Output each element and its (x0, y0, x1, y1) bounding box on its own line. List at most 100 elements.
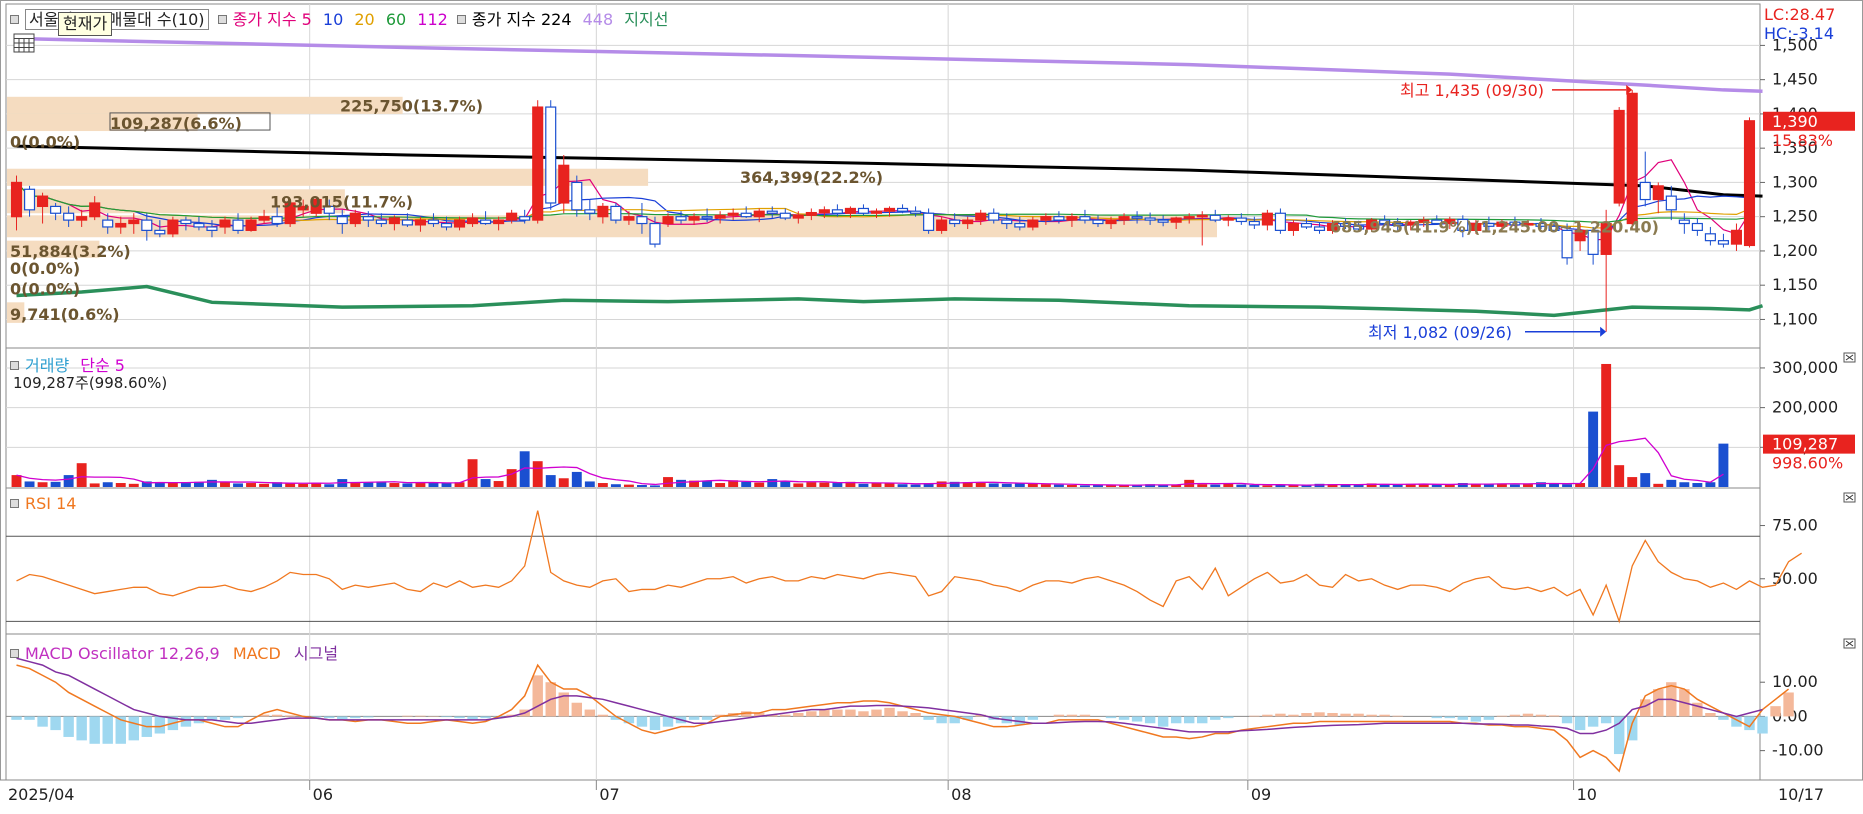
legend-ma10[interactable]: 10 (323, 10, 343, 29)
price-tick-label: 1,200 (1772, 241, 1818, 260)
volume-bar (1197, 484, 1207, 487)
macd-osc-bar (1744, 716, 1754, 730)
volume-bar (806, 482, 816, 487)
stock-chart[interactable]: 2025/04060708091010/171,5001,4501,4001,3… (0, 0, 1863, 810)
candle-body (1119, 217, 1129, 220)
macd-osc-bar (1327, 713, 1337, 716)
volume-bar (1080, 485, 1090, 487)
candle-body (611, 206, 621, 220)
volume-bar (468, 459, 478, 487)
volume-bar (1588, 412, 1598, 487)
candle-body (25, 189, 35, 210)
candle-body (976, 213, 986, 220)
candle-body (806, 213, 816, 216)
legend-toggle-icon[interactable] (10, 649, 19, 658)
legend-toggle-icon[interactable] (10, 15, 19, 24)
candle-body (181, 220, 191, 223)
legend-ma448[interactable]: 448 (583, 10, 614, 29)
candle-body (1184, 217, 1194, 219)
volume-bar (1666, 480, 1676, 487)
volume-badge-label: 109,287 (1772, 435, 1838, 454)
legend-ma60[interactable]: 60 (386, 10, 406, 29)
volume-tick-label: 200,000 (1772, 398, 1838, 417)
x-tick-label: 2025/04 (8, 785, 74, 804)
macd-osc-bar (324, 716, 334, 718)
macd-osc-bar (1523, 714, 1533, 717)
macd-osc-bar (793, 713, 803, 716)
volume-bar (559, 478, 569, 487)
candle-body (754, 211, 764, 216)
volume-bar (741, 482, 751, 487)
volume-profile-label: 364,399(22.2%) (740, 168, 883, 187)
candle-body (51, 206, 61, 213)
legend-ma112[interactable]: 112 (417, 10, 448, 29)
pane-border (6, 348, 1760, 488)
candle-body (1666, 196, 1676, 210)
candle-body (1627, 93, 1637, 223)
legend-toggle-icon[interactable] (457, 15, 466, 24)
candle-body (207, 227, 217, 230)
legend-ma20[interactable]: 20 (354, 10, 374, 29)
macd-osc-bar (220, 716, 230, 719)
legend-toggle-icon[interactable] (10, 499, 19, 508)
volume-bar (1601, 364, 1611, 487)
volume-bar (1705, 482, 1715, 487)
legend-support[interactable]: 지지선 (624, 10, 668, 29)
legend-rsi[interactable]: RSI 14 (25, 494, 76, 513)
macd-osc-bar (936, 716, 946, 723)
macd-osc-bar (637, 716, 647, 726)
candle-body (937, 220, 947, 230)
chart-title[interactable]: 서울식품우 매물대 수(10) (25, 9, 209, 30)
legend-ma5[interactable]: 종가 지수 5 (233, 10, 312, 29)
volume-bar (298, 484, 308, 487)
legend-ma224[interactable]: 종가 지수 224 (472, 10, 572, 29)
legend-toggle-icon[interactable] (218, 15, 227, 24)
macd-osc-bar (480, 716, 490, 718)
macd-osc-bar (585, 710, 595, 717)
candle-body (1288, 224, 1298, 231)
volume-bar (1054, 485, 1064, 487)
macd-osc-bar (1275, 714, 1285, 717)
macd-osc-bar (129, 716, 139, 740)
volume-bar (676, 480, 686, 487)
macd-osc-bar (1158, 716, 1168, 726)
legend-macd[interactable]: MACD (233, 644, 281, 663)
price-tick-label: 1,450 (1772, 70, 1818, 89)
macd-osc-bar (871, 710, 881, 717)
price-pct-label: 15.83% (1772, 131, 1833, 150)
macd-line (17, 665, 1789, 771)
volume-bar (1236, 485, 1246, 487)
macd-osc-bar (1353, 714, 1363, 717)
macd-osc-bar (1705, 713, 1715, 716)
macd-osc-bar (272, 715, 282, 717)
macd-osc-bar (63, 716, 73, 737)
candle-body (1236, 218, 1246, 221)
candle-body (337, 217, 347, 224)
volume-bar (389, 483, 399, 487)
volume-bar (1627, 477, 1637, 487)
candle-body (1223, 218, 1233, 220)
legend-signal[interactable]: 시그널 (294, 644, 338, 663)
macd-osc-bar (285, 715, 295, 716)
macd-osc-bar (1614, 716, 1624, 754)
legend-macd-osc[interactable]: MACD Oscillator 12,26,9 (25, 644, 220, 663)
macd-osc-bar (1067, 715, 1077, 717)
price-tick-label: 1,300 (1772, 172, 1818, 191)
candle-body (832, 210, 842, 213)
x-tick-label: 10 (1577, 785, 1597, 804)
volume-bar (1262, 485, 1272, 487)
candle-body (1158, 220, 1168, 222)
candle-body (350, 213, 360, 223)
volume-profile-label: 0(0.0%) (10, 280, 80, 299)
legend-toggle-icon[interactable] (10, 361, 19, 370)
ma-line (17, 287, 1763, 316)
volume-bar (911, 485, 921, 487)
price-tooltip: 현재가 (58, 12, 112, 36)
volume-bar (767, 479, 777, 487)
candle-body (728, 213, 738, 215)
candle-body (155, 230, 165, 233)
x-tick-label: 07 (599, 785, 619, 804)
volume-bar (1002, 484, 1012, 487)
macd-osc-bar (910, 713, 920, 716)
candle-body (129, 220, 139, 223)
